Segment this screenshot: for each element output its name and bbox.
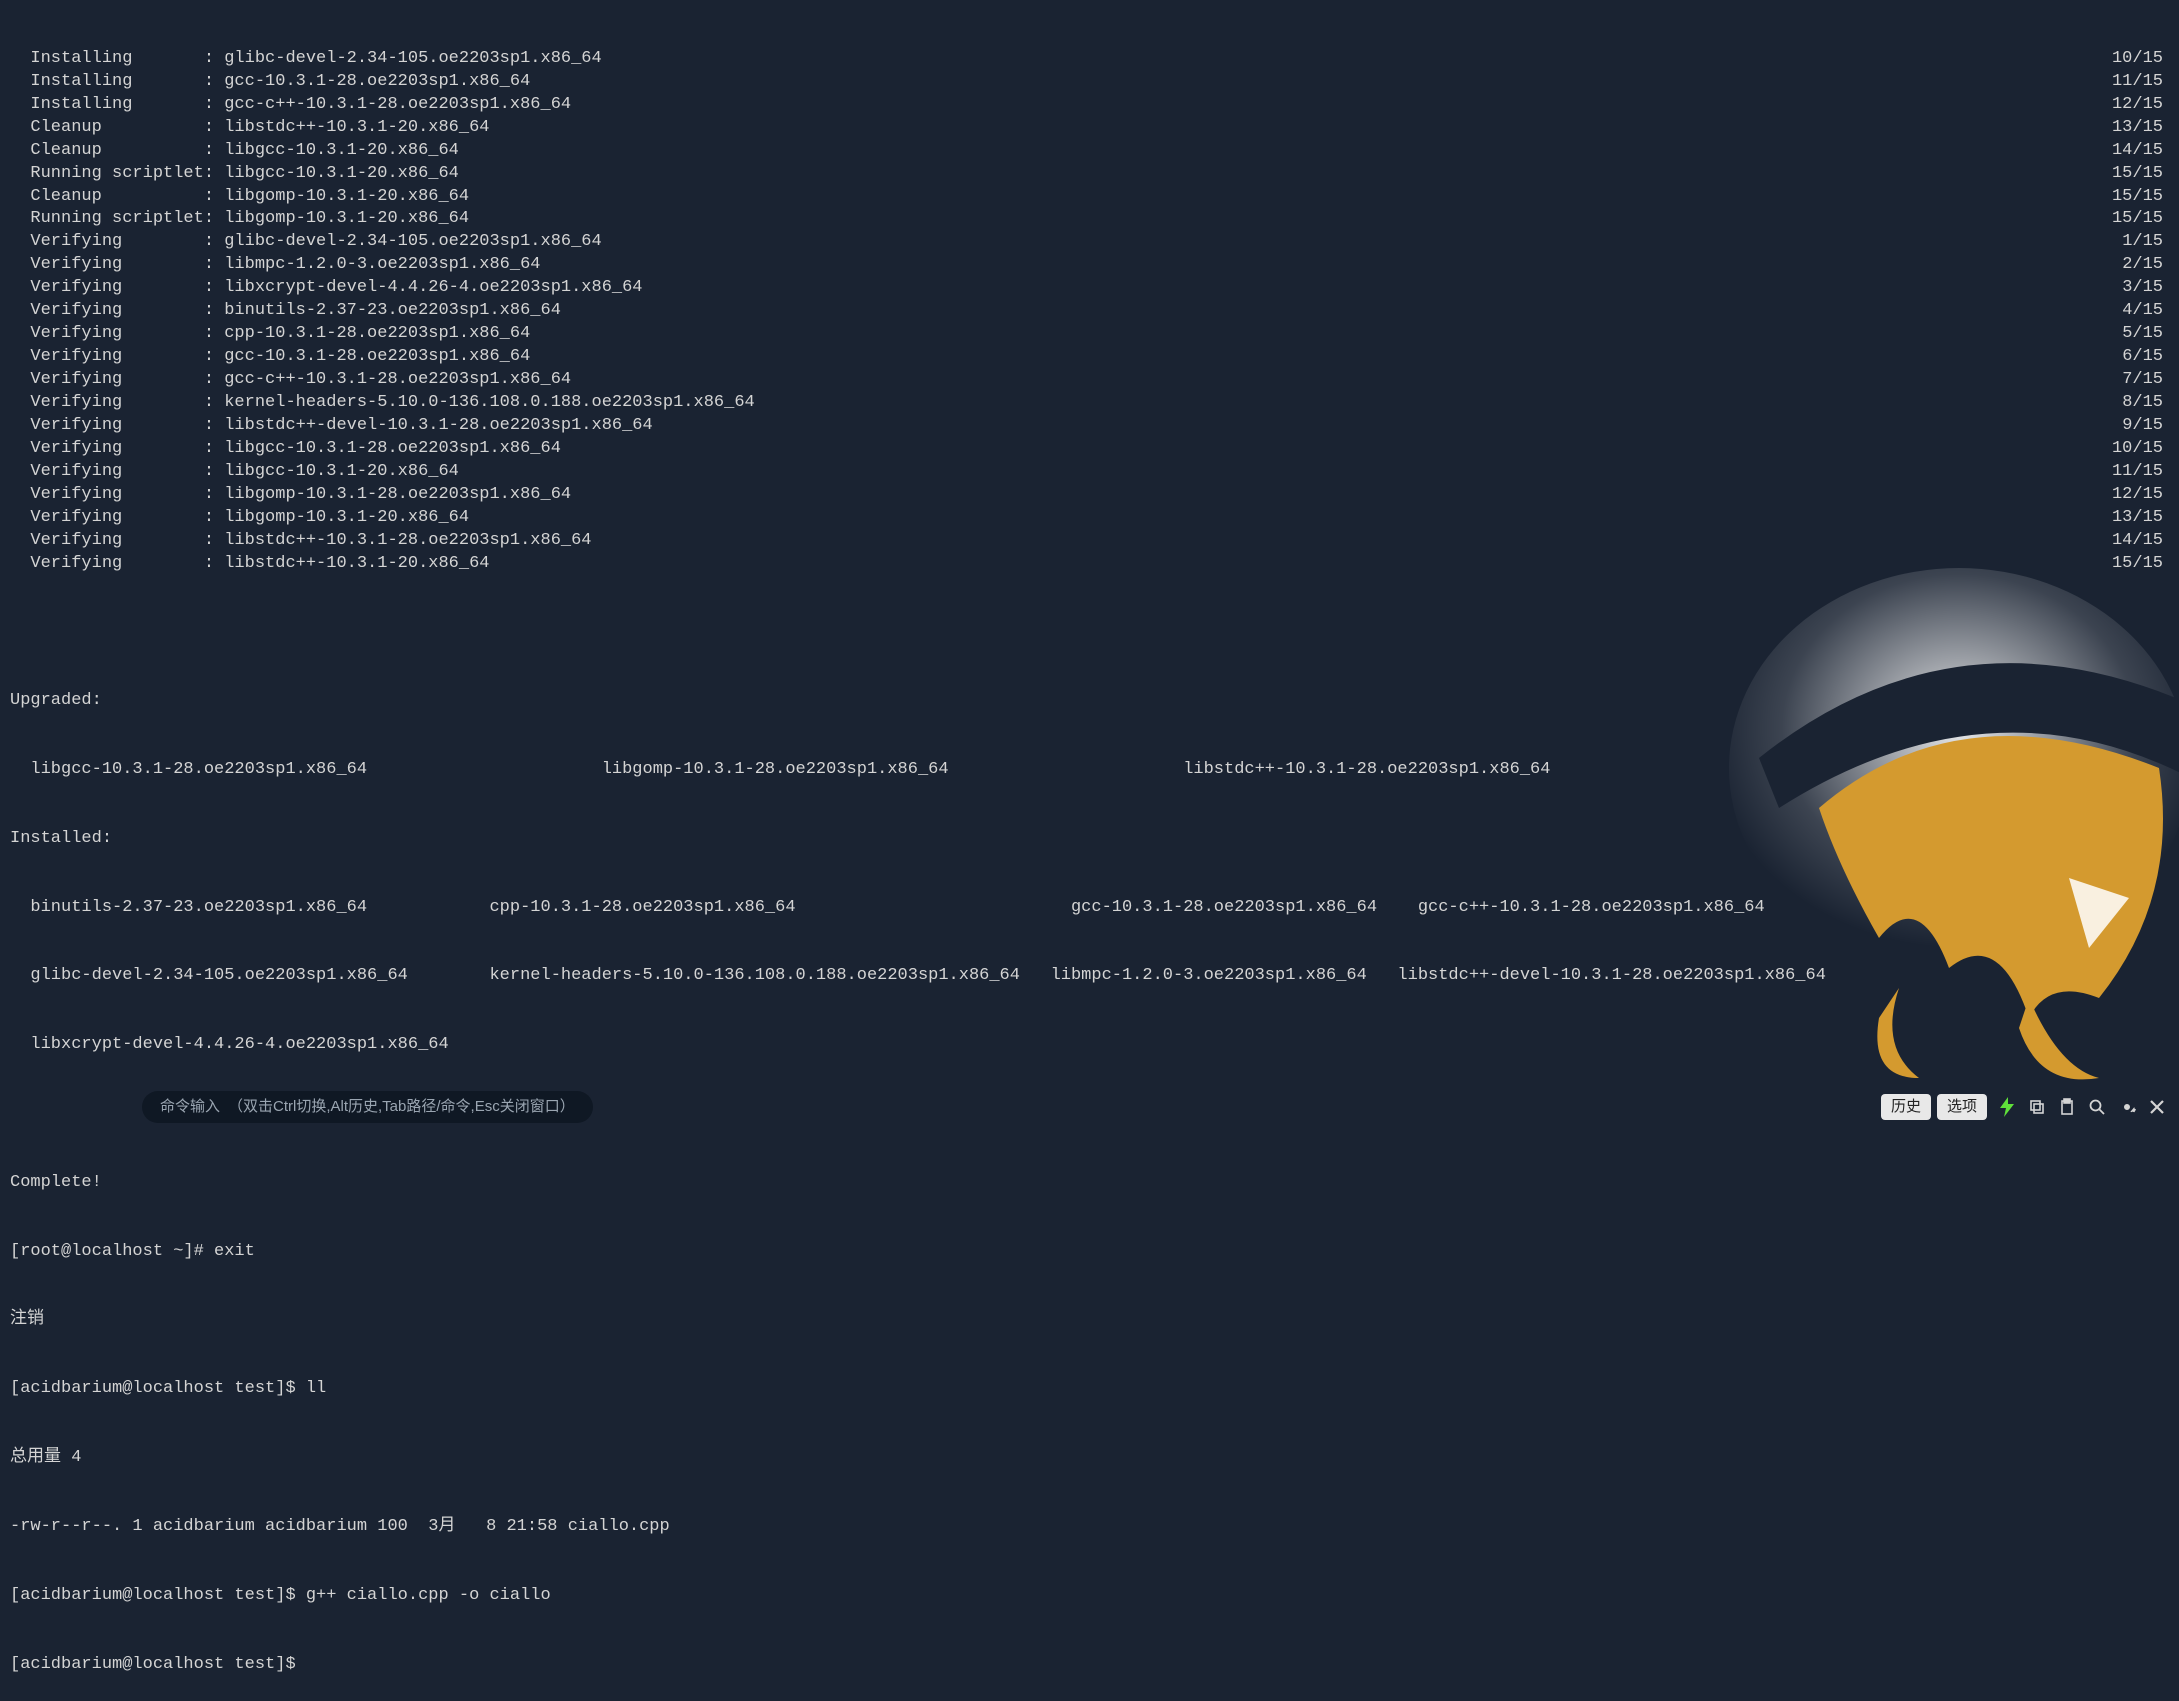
installed-label: Installed:: [10, 828, 2169, 851]
command-input[interactable]: 命令输入 （双击Ctrl切换,Alt历史,Tab路径/命令,Esc关闭窗口）: [142, 1091, 593, 1123]
output-text: Verifying : binutils-2.37-23.oe2203sp1.x…: [10, 300, 561, 323]
output-line: Verifying : kernel-headers-5.10.0-136.10…: [10, 392, 2169, 415]
output-text: Verifying : libmpc-1.2.0-3.oe2203sp1.x86…: [10, 254, 541, 277]
installed-packages-row: binutils-2.37-23.oe2203sp1.x86_64 cpp-10…: [10, 897, 2169, 920]
upgraded-label: Upgraded:: [10, 690, 2169, 713]
output-text: Verifying : kernel-headers-5.10.0-136.10…: [10, 392, 755, 415]
progress-count: 14/15: [2112, 530, 2169, 553]
output-line: Installing : glibc-devel-2.34-105.oe2203…: [10, 48, 2169, 71]
copy-icon[interactable]: [2027, 1097, 2047, 1117]
bottom-toolbar: 命令输入 （双击Ctrl切换,Alt历史,Tab路径/命令,Esc关闭窗口） 历…: [0, 1086, 2179, 1128]
upgraded-packages: libgcc-10.3.1-28.oe2203sp1.x86_64 libgom…: [10, 759, 2169, 782]
output-line: Running scriptlet: libgcc-10.3.1-20.x86_…: [10, 163, 2169, 186]
progress-count: 3/15: [2122, 277, 2169, 300]
output-text: Verifying : libstdc++-devel-10.3.1-28.oe…: [10, 415, 653, 438]
output-line: Cleanup : libstdc++-10.3.1-20.x86_64 13/1…: [10, 117, 2169, 140]
progress-count: 13/15: [2112, 507, 2169, 530]
progress-count: 4/15: [2122, 300, 2169, 323]
installed-packages-row: libxcrypt-devel-4.4.26-4.oe2203sp1.x86_6…: [10, 1034, 2169, 1057]
output-text: Installing : gcc-c++-10.3.1-28.oe2203sp1…: [10, 94, 571, 117]
output-line: Verifying : libstdc++-10.3.1-28.oe2203sp…: [10, 530, 2169, 553]
output-line: Verifying : libgomp-10.3.1-28.oe2203sp1.…: [10, 484, 2169, 507]
close-icon[interactable]: [2147, 1097, 2167, 1117]
terminal-output[interactable]: Installing : glibc-devel-2.34-105.oe2203…: [0, 0, 2179, 1701]
output-line: Verifying : libmpc-1.2.0-3.oe2203sp1.x86…: [10, 254, 2169, 277]
progress-count: 12/15: [2112, 94, 2169, 117]
options-button[interactable]: 选项: [1937, 1094, 1987, 1120]
paste-icon[interactable]: [2057, 1097, 2077, 1117]
output-line: Verifying : libgcc-10.3.1-20.x86_64 11/15: [10, 461, 2169, 484]
progress-count: 15/15: [2112, 208, 2169, 231]
shell-prompt-line: [acidbarium@localhost test]$ g++ ciallo.…: [10, 1585, 2169, 1608]
progress-count: 11/15: [2112, 461, 2169, 484]
progress-count: 11/15: [2112, 71, 2169, 94]
output-line: Verifying : cpp-10.3.1-28.oe2203sp1.x86_…: [10, 323, 2169, 346]
output-line: Verifying : libstdc++-10.3.1-20.x86_64 15…: [10, 553, 2169, 576]
output-text: Verifying : libgcc-10.3.1-20.x86_64: [10, 461, 459, 484]
output-line: Verifying : libgcc-10.3.1-28.oe2203sp1.x…: [10, 438, 2169, 461]
progress-count: 7/15: [2122, 369, 2169, 392]
progress-count: 5/15: [2122, 323, 2169, 346]
shell-prompt-line: [acidbarium@localhost test]$ ll: [10, 1378, 2169, 1401]
output-line: Cleanup : libgcc-10.3.1-20.x86_64 14/15: [10, 140, 2169, 163]
output-text: Cleanup : libgomp-10.3.1-20.x86_64: [10, 186, 469, 209]
output-text: Verifying : libgcc-10.3.1-28.oe2203sp1.x…: [10, 438, 561, 461]
ls-total: 总用量 4: [10, 1447, 2169, 1470]
output-text: Verifying : libstdc++-10.3.1-20.x86_64: [10, 553, 489, 576]
output-line: Verifying : libstdc++-devel-10.3.1-28.oe…: [10, 415, 2169, 438]
progress-count: 15/15: [2112, 553, 2169, 576]
output-text: Verifying : glibc-devel-2.34-105.oe2203s…: [10, 231, 602, 254]
shell-prompt-line: [root@localhost ~]# exit: [10, 1241, 2169, 1264]
output-line: Verifying : gcc-10.3.1-28.oe2203sp1.x86_…: [10, 346, 2169, 369]
progress-count: 15/15: [2112, 163, 2169, 186]
shell-prompt-current[interactable]: [acidbarium@localhost test]$: [10, 1654, 2169, 1677]
output-line: Running scriptlet: libgomp-10.3.1-20.x86…: [10, 208, 2169, 231]
bolt-icon[interactable]: [1997, 1097, 2017, 1117]
output-line: Verifying : libxcrypt-devel-4.4.26-4.oe2…: [10, 277, 2169, 300]
complete-message: Complete!: [10, 1172, 2169, 1195]
output-text: Cleanup : libgcc-10.3.1-20.x86_64: [10, 140, 459, 163]
output-text: Running scriptlet: libgomp-10.3.1-20.x86…: [10, 208, 469, 231]
output-line: Verifying : libgomp-10.3.1-20.x86_64 13/1…: [10, 507, 2169, 530]
output-text: Cleanup : libstdc++-10.3.1-20.x86_64: [10, 117, 489, 140]
output-line: Installing : gcc-c++-10.3.1-28.oe2203sp1…: [10, 94, 2169, 117]
progress-count: 15/15: [2112, 186, 2169, 209]
progress-count: 10/15: [2112, 438, 2169, 461]
progress-count: 14/15: [2112, 140, 2169, 163]
output-text: Verifying : libxcrypt-devel-4.4.26-4.oe2…: [10, 277, 643, 300]
output-text: Verifying : libstdc++-10.3.1-28.oe2203sp…: [10, 530, 592, 553]
progress-count: 8/15: [2122, 392, 2169, 415]
progress-count: 9/15: [2122, 415, 2169, 438]
progress-count: 2/15: [2122, 254, 2169, 277]
gear-icon[interactable]: [2117, 1097, 2137, 1117]
progress-count: 12/15: [2112, 484, 2169, 507]
history-button[interactable]: 历史: [1881, 1094, 1931, 1120]
progress-count: 1/15: [2122, 231, 2169, 254]
command-input-label: 命令输入: [160, 1097, 220, 1117]
search-icon[interactable]: [2087, 1097, 2107, 1117]
output-line: Verifying : glibc-devel-2.34-105.oe2203s…: [10, 231, 2169, 254]
output-line: Verifying : binutils-2.37-23.oe2203sp1.x…: [10, 300, 2169, 323]
output-text: Installing : gcc-10.3.1-28.oe2203sp1.x86…: [10, 71, 530, 94]
command-input-hint: （双击Ctrl切换,Alt历史,Tab路径/命令,Esc关闭窗口）: [228, 1097, 575, 1117]
output-text: Verifying : libgomp-10.3.1-28.oe2203sp1.…: [10, 484, 571, 507]
output-line: Cleanup : libgomp-10.3.1-20.x86_64 15/15: [10, 186, 2169, 209]
output-text: Installing : glibc-devel-2.34-105.oe2203…: [10, 48, 602, 71]
output-text: Verifying : gcc-10.3.1-28.oe2203sp1.x86_…: [10, 346, 530, 369]
output-line: Verifying : gcc-c++-10.3.1-28.oe2203sp1.…: [10, 369, 2169, 392]
logout-message: 注销: [10, 1309, 2169, 1332]
progress-count: 6/15: [2122, 346, 2169, 369]
ls-entry: -rw-r--r--. 1 acidbarium acidbarium 100 …: [10, 1516, 2169, 1539]
output-text: Verifying : libgomp-10.3.1-20.x86_64: [10, 507, 469, 530]
progress-count: 10/15: [2112, 48, 2169, 71]
installed-packages-row: glibc-devel-2.34-105.oe2203sp1.x86_64 ke…: [10, 965, 2169, 988]
output-text: Verifying : gcc-c++-10.3.1-28.oe2203sp1.…: [10, 369, 571, 392]
progress-count: 13/15: [2112, 117, 2169, 140]
output-text: Verifying : cpp-10.3.1-28.oe2203sp1.x86_…: [10, 323, 530, 346]
output-line: Installing : gcc-10.3.1-28.oe2203sp1.x86…: [10, 71, 2169, 94]
output-text: Running scriptlet: libgcc-10.3.1-20.x86_…: [10, 163, 459, 186]
